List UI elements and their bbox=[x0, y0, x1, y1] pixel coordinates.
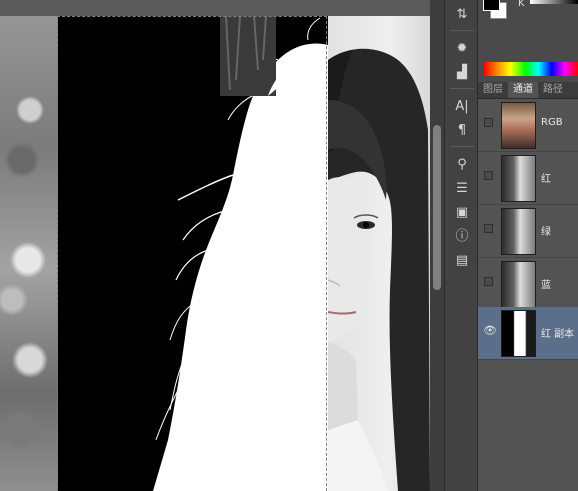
vertical-scrollbar[interactable] bbox=[430, 0, 444, 491]
channel-label: RGB bbox=[541, 117, 563, 128]
original-photo-area bbox=[328, 0, 430, 491]
blurred-background bbox=[0, 0, 58, 491]
channel-mask-area bbox=[58, 0, 328, 491]
tab-channels[interactable]: 通道 bbox=[508, 82, 538, 98]
channel-thumbnail bbox=[501, 310, 536, 357]
tab-layers[interactable]: 图层 bbox=[478, 82, 508, 98]
visibility-toggle[interactable] bbox=[484, 224, 493, 233]
divider bbox=[450, 88, 474, 89]
channel-thumbnail bbox=[501, 155, 536, 202]
info-icon[interactable]: ⓘ bbox=[452, 228, 472, 246]
notes-icon[interactable]: ▤ bbox=[452, 252, 472, 270]
color-mode-label: K bbox=[518, 0, 525, 9]
panel-tabs: 图层 通道 路径 bbox=[478, 82, 578, 99]
channel-row-blue[interactable]: 蓝 bbox=[478, 258, 578, 311]
channel-label: 红 副本 bbox=[541, 329, 575, 340]
character-icon[interactable]: A| bbox=[452, 98, 472, 116]
visibility-toggle[interactable] bbox=[484, 118, 493, 127]
color-spectrum[interactable] bbox=[484, 62, 578, 76]
hair-mask-shape bbox=[153, 15, 328, 491]
channel-thumbnail bbox=[501, 208, 536, 255]
histogram-icon[interactable]: ▟ bbox=[452, 64, 472, 82]
eye-icon[interactable]: 👁 bbox=[483, 324, 497, 337]
channel-thumbnail bbox=[501, 102, 536, 149]
scrollbar-thumb[interactable] bbox=[433, 125, 441, 290]
paragraph-icon[interactable]: ¶ bbox=[452, 122, 472, 140]
canvas-ruler-gap bbox=[0, 0, 430, 16]
channels-panel: K 图层 通道 路径 RGB 红 绿 蓝 👁 红 副本 bbox=[478, 0, 578, 491]
k-slider[interactable] bbox=[530, 0, 578, 4]
divider bbox=[450, 30, 474, 31]
channel-label: 绿 bbox=[541, 227, 551, 238]
visibility-toggle[interactable] bbox=[484, 171, 493, 180]
foreground-color-swatch[interactable] bbox=[483, 0, 500, 11]
panel-dock-strip: ⇅ ✹ ▟ A| ¶ ⚲ ☰ ▣ ⓘ ▤ bbox=[444, 0, 478, 491]
channel-label: 蓝 bbox=[541, 280, 551, 291]
channel-row-red[interactable]: 红 bbox=[478, 152, 578, 205]
channel-thumbnail bbox=[501, 261, 536, 308]
adjust-icon[interactable]: ⇅ bbox=[452, 6, 472, 24]
brush-icon[interactable]: ⚲ bbox=[452, 156, 472, 174]
color-panel: K bbox=[478, 0, 578, 82]
portrait-half bbox=[328, 48, 430, 491]
layer-comp-icon[interactable]: ▣ bbox=[452, 204, 472, 222]
channel-row-rgb[interactable]: RGB bbox=[478, 99, 578, 152]
channel-row-green[interactable]: 绿 bbox=[478, 205, 578, 258]
channel-row-red-copy[interactable]: 👁 红 副本 bbox=[478, 307, 578, 360]
visibility-toggle[interactable] bbox=[484, 277, 493, 286]
tab-paths[interactable]: 路径 bbox=[538, 82, 568, 98]
document-canvas[interactable] bbox=[0, 0, 430, 491]
sliders-icon[interactable]: ☰ bbox=[452, 180, 472, 198]
channel-label: 红 bbox=[541, 174, 551, 185]
star-icon[interactable]: ✹ bbox=[452, 40, 472, 58]
divider bbox=[450, 146, 474, 147]
